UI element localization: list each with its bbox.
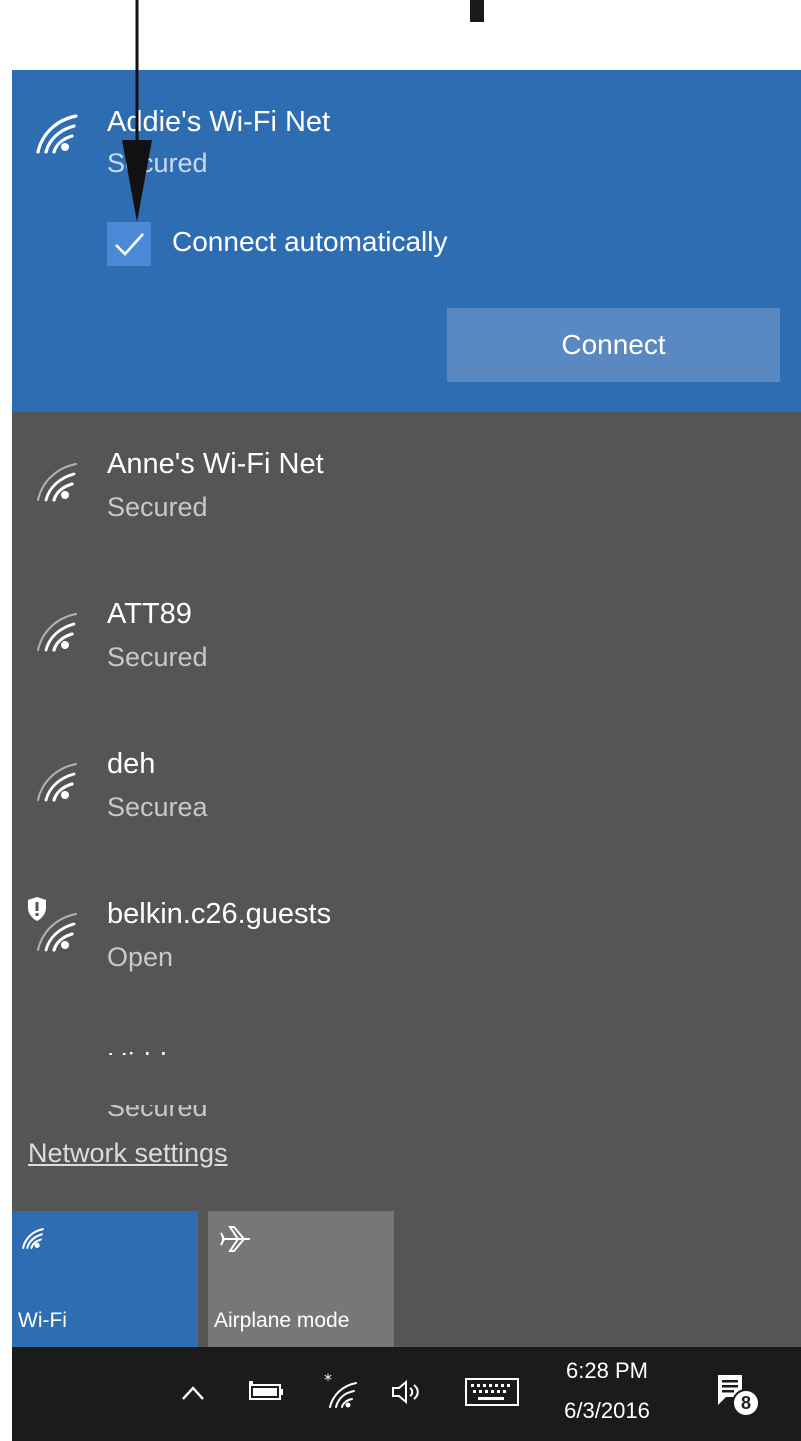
clock-time: 6:28 PM bbox=[566, 1358, 648, 1383]
network-name: ATT89 bbox=[107, 598, 192, 630]
wifi-icon bbox=[37, 613, 77, 652]
connect-button[interactable]: Connect bbox=[447, 308, 780, 382]
network-item[interactable]: Anne's Wi-Fi Net Secured bbox=[12, 412, 801, 562]
network-status: Secured bbox=[107, 492, 208, 522]
wifi-icon bbox=[36, 114, 78, 154]
wifi-icon bbox=[37, 913, 77, 952]
network-status: Open bbox=[107, 942, 174, 972]
airplane-icon bbox=[220, 1226, 250, 1252]
network-settings-link[interactable]: Network settings bbox=[28, 1138, 228, 1169]
connect-automatically-label[interactable]: Connect automatically bbox=[172, 226, 447, 258]
wifi-toggle-tile[interactable]: Wi-Fi bbox=[12, 1211, 198, 1347]
network-flyout: Addie's Wi-Fi Net Secured Connect automa… bbox=[12, 70, 801, 1441]
wifi-icon bbox=[22, 1228, 44, 1249]
taskbar-clock[interactable]: 6:28 PM 6/3/2016 bbox=[552, 1351, 662, 1431]
network-status: Secured bbox=[107, 642, 208, 672]
airplane-mode-tile[interactable]: Airplane mode bbox=[208, 1211, 394, 1347]
network-item[interactable]: belkin.c26.guests Open bbox=[12, 862, 801, 1012]
wifi-icon bbox=[37, 763, 77, 802]
selected-network[interactable]: Addie's Wi-Fi Net Secured Connect automa… bbox=[12, 70, 801, 412]
touch-keyboard-icon[interactable] bbox=[464, 1377, 520, 1407]
checkmark-icon bbox=[115, 233, 144, 256]
volume-icon[interactable] bbox=[390, 1377, 426, 1407]
network-name: belkin.c26.guests bbox=[107, 898, 332, 930]
selected-network-name: Addie's Wi-Fi Net bbox=[107, 106, 331, 138]
airplane-tile-label: Airplane mode bbox=[214, 1309, 350, 1332]
selected-network-status: Secured bbox=[107, 148, 208, 178]
clock-date: 6/3/2016 bbox=[564, 1398, 650, 1423]
wifi-icon bbox=[37, 463, 77, 502]
network-name: deh bbox=[107, 748, 156, 780]
network-status: Securea bbox=[107, 792, 208, 822]
connect-automatically-checkbox[interactable] bbox=[107, 222, 151, 266]
list-scroll-clip bbox=[12, 1055, 801, 1105]
network-item[interactable]: deh Securea bbox=[12, 712, 801, 862]
action-center-button[interactable]: 8 bbox=[712, 1371, 764, 1423]
wifi-network-icon[interactable]: * bbox=[322, 1371, 358, 1411]
wifi-tile-label: Wi-Fi bbox=[18, 1309, 67, 1332]
battery-icon[interactable] bbox=[248, 1379, 286, 1405]
notification-count: 8 bbox=[740, 1392, 751, 1413]
notification-count-badge: 8 bbox=[732, 1389, 760, 1417]
chevron-up-icon[interactable] bbox=[180, 1381, 206, 1405]
network-name: Anne's Wi-Fi Net bbox=[107, 448, 324, 480]
svg-text:*: * bbox=[324, 1371, 332, 1389]
network-item[interactable]: ATT89 Secured bbox=[12, 562, 801, 712]
taskbar: * 6:28 PM 6/3/2016 8 bbox=[12, 1347, 801, 1441]
